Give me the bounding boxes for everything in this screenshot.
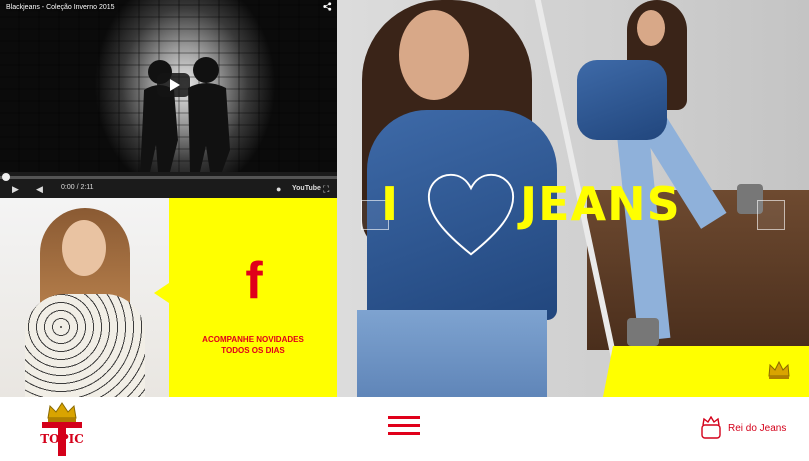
model-blouse	[25, 294, 145, 397]
play-button[interactable]	[157, 73, 190, 97]
volume-icon[interactable]: ◀	[36, 184, 43, 194]
model-1-jeans	[357, 310, 547, 397]
model-photo[interactable]	[0, 198, 169, 397]
video-player[interactable]: Blackjeans - Coleção Inverno 2015 ▶ ◀ 0:…	[0, 0, 337, 198]
facebook-icon[interactable]: f	[236, 253, 272, 309]
model-face	[62, 220, 106, 276]
progress-bar[interactable]	[0, 176, 337, 179]
fullscreen-icon[interactable]: ⛶	[323, 184, 329, 194]
page: Blackjeans - Coleção Inverno 2015 ▶ ◀ 0:…	[0, 0, 809, 461]
model-2-shirt	[577, 60, 667, 140]
rei-do-jeans-link[interactable]: Rei do Jeans	[700, 416, 786, 440]
rei-do-jeans-label: Rei do Jeans	[728, 422, 787, 434]
menu-line	[388, 424, 420, 427]
couple-silhouette	[140, 57, 230, 172]
video-controls: ▶ ◀ 0:00 / 2:11 ● YouTube ⛶	[0, 172, 337, 198]
menu-line	[388, 416, 420, 419]
topic-logo-icon[interactable]	[28, 402, 96, 458]
hero-text-jeans: JEANS	[520, 177, 681, 231]
menu-line	[388, 432, 420, 435]
carousel-next-arrow[interactable]	[757, 200, 785, 230]
play-icon[interactable]: ▶	[12, 184, 19, 194]
model-2-face	[637, 10, 665, 46]
youtube-logo[interactable]: YouTube	[292, 184, 321, 194]
video-time: 0:00 / 2:11	[61, 184, 94, 191]
scrubber-handle[interactable]	[2, 173, 10, 181]
info-icon[interactable]: ●	[276, 184, 281, 194]
hero-banner[interactable]: I JEANS	[337, 0, 809, 397]
facebook-caption-line2: TODOS OS DIAS	[221, 346, 285, 355]
crown-icon	[768, 360, 790, 379]
model-2-boot	[627, 318, 659, 346]
heart-icon	[427, 173, 515, 256]
hero-text-i: I	[381, 177, 400, 231]
model-1-face	[399, 10, 469, 100]
promo-pointer	[154, 283, 169, 303]
share-icon[interactable]	[322, 2, 332, 12]
crown-outline-icon	[701, 416, 721, 439]
facebook-caption[interactable]: ACOMPANHE NOVIDADES TODOS OS DIAS	[169, 334, 337, 356]
video-title[interactable]: Blackjeans - Coleção Inverno 2015	[6, 4, 115, 11]
topic-logo-text[interactable]: TOPIC	[30, 432, 94, 446]
facebook-caption-line1: ACOMPANHE NOVIDADES	[202, 335, 304, 344]
menu-hamburger-icon[interactable]	[388, 416, 420, 436]
